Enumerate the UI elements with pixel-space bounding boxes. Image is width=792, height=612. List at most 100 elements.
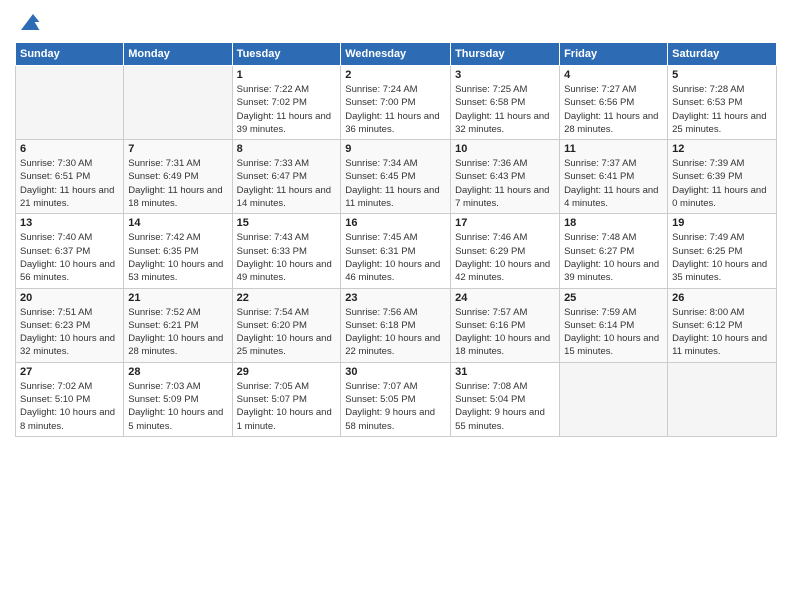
calendar-cell: 18 Sunrise: 7:48 AM Sunset: 6:27 PM Dayli…: [560, 214, 668, 288]
calendar-cell: [560, 362, 668, 436]
day-header-thursday: Thursday: [451, 43, 560, 66]
day-info: Sunrise: 7:08 AM Sunset: 5:04 PM Dayligh…: [455, 380, 555, 433]
day-info: Sunrise: 7:07 AM Sunset: 5:05 PM Dayligh…: [345, 380, 446, 433]
day-info: Sunrise: 7:05 AM Sunset: 5:07 PM Dayligh…: [237, 380, 337, 433]
logo: [15, 10, 41, 34]
day-info: Sunrise: 7:03 AM Sunset: 5:09 PM Dayligh…: [128, 380, 227, 433]
calendar-cell: 13 Sunrise: 7:40 AM Sunset: 6:37 PM Dayli…: [16, 214, 124, 288]
day-info: Sunrise: 7:49 AM Sunset: 6:25 PM Dayligh…: [672, 231, 772, 284]
calendar-cell: 3 Sunrise: 7:25 AM Sunset: 6:58 PM Daylig…: [451, 66, 560, 140]
day-info: Sunrise: 7:25 AM Sunset: 6:58 PM Dayligh…: [455, 83, 555, 136]
day-number: 31: [455, 366, 555, 378]
week-row: 20 Sunrise: 7:51 AM Sunset: 6:23 PM Dayli…: [16, 288, 777, 362]
day-header-tuesday: Tuesday: [232, 43, 341, 66]
day-header-monday: Monday: [124, 43, 232, 66]
calendar-cell: 14 Sunrise: 7:42 AM Sunset: 6:35 PM Dayli…: [124, 214, 232, 288]
calendar-cell: 10 Sunrise: 7:36 AM Sunset: 6:43 PM Dayli…: [451, 140, 560, 214]
day-number: 19: [672, 217, 772, 229]
calendar-cell: 29 Sunrise: 7:05 AM Sunset: 5:07 PM Dayli…: [232, 362, 341, 436]
day-info: Sunrise: 7:48 AM Sunset: 6:27 PM Dayligh…: [564, 231, 663, 284]
day-info: Sunrise: 8:00 AM Sunset: 6:12 PM Dayligh…: [672, 306, 772, 359]
calendar-cell: 31 Sunrise: 7:08 AM Sunset: 5:04 PM Dayli…: [451, 362, 560, 436]
day-info: Sunrise: 7:52 AM Sunset: 6:21 PM Dayligh…: [128, 306, 227, 359]
day-number: 10: [455, 143, 555, 155]
day-number: 1: [237, 69, 337, 81]
day-number: 11: [564, 143, 663, 155]
day-number: 17: [455, 217, 555, 229]
calendar-cell: 16 Sunrise: 7:45 AM Sunset: 6:31 PM Dayli…: [341, 214, 451, 288]
week-row: 13 Sunrise: 7:40 AM Sunset: 6:37 PM Dayli…: [16, 214, 777, 288]
day-number: 21: [128, 292, 227, 304]
day-info: Sunrise: 7:40 AM Sunset: 6:37 PM Dayligh…: [20, 231, 119, 284]
calendar-cell: 23 Sunrise: 7:56 AM Sunset: 6:18 PM Dayli…: [341, 288, 451, 362]
day-number: 30: [345, 366, 446, 378]
logo-icon: [17, 10, 41, 34]
week-row: 1 Sunrise: 7:22 AM Sunset: 7:02 PM Daylig…: [16, 66, 777, 140]
calendar-cell: 6 Sunrise: 7:30 AM Sunset: 6:51 PM Daylig…: [16, 140, 124, 214]
day-info: Sunrise: 7:30 AM Sunset: 6:51 PM Dayligh…: [20, 157, 119, 210]
day-info: Sunrise: 7:46 AM Sunset: 6:29 PM Dayligh…: [455, 231, 555, 284]
day-number: 2: [345, 69, 446, 81]
week-row: 27Sunrise: 7:02 AM Sunset: 5:10 PM Dayli…: [16, 362, 777, 436]
calendar-cell: 1 Sunrise: 7:22 AM Sunset: 7:02 PM Daylig…: [232, 66, 341, 140]
day-info: Sunrise: 7:24 AM Sunset: 7:00 PM Dayligh…: [345, 83, 446, 136]
day-header-sunday: Sunday: [16, 43, 124, 66]
day-number: 24: [455, 292, 555, 304]
day-number: 7: [128, 143, 227, 155]
day-header-friday: Friday: [560, 43, 668, 66]
calendar-cell: 22 Sunrise: 7:54 AM Sunset: 6:20 PM Dayli…: [232, 288, 341, 362]
day-number: 23: [345, 292, 446, 304]
week-row: 6 Sunrise: 7:30 AM Sunset: 6:51 PM Daylig…: [16, 140, 777, 214]
day-number: 18: [564, 217, 663, 229]
day-info: Sunrise: 7:37 AM Sunset: 6:41 PM Dayligh…: [564, 157, 663, 210]
day-info: Sunrise: 7:22 AM Sunset: 7:02 PM Dayligh…: [237, 83, 337, 136]
calendar-cell: 9 Sunrise: 7:34 AM Sunset: 6:45 PM Daylig…: [341, 140, 451, 214]
day-number: 14: [128, 217, 227, 229]
day-info: Sunrise: 7:02 AM Sunset: 5:10 PM Dayligh…: [20, 380, 119, 433]
day-info: Sunrise: 7:27 AM Sunset: 6:56 PM Dayligh…: [564, 83, 663, 136]
day-number: 16: [345, 217, 446, 229]
calendar-cell: 20 Sunrise: 7:51 AM Sunset: 6:23 PM Dayli…: [16, 288, 124, 362]
day-info: Sunrise: 7:34 AM Sunset: 6:45 PM Dayligh…: [345, 157, 446, 210]
day-info: Sunrise: 7:28 AM Sunset: 6:53 PM Dayligh…: [672, 83, 772, 136]
day-number: 3: [455, 69, 555, 81]
day-number: 4: [564, 69, 663, 81]
calendar-cell: 30 Sunrise: 7:07 AM Sunset: 5:05 PM Dayli…: [341, 362, 451, 436]
day-info: Sunrise: 7:33 AM Sunset: 6:47 PM Dayligh…: [237, 157, 337, 210]
day-number: 29: [237, 366, 337, 378]
day-info: Sunrise: 7:59 AM Sunset: 6:14 PM Dayligh…: [564, 306, 663, 359]
calendar-cell: 2 Sunrise: 7:24 AM Sunset: 7:00 PM Daylig…: [341, 66, 451, 140]
calendar-cell: 5Sunrise: 7:28 AM Sunset: 6:53 PM Daylig…: [668, 66, 777, 140]
calendar-cell: 25Sunrise: 7:59 AM Sunset: 6:14 PM Dayli…: [560, 288, 668, 362]
calendar: SundayMondayTuesdayWednesdayThursdayFrid…: [15, 42, 777, 437]
calendar-cell: 26Sunrise: 8:00 AM Sunset: 6:12 PM Dayli…: [668, 288, 777, 362]
calendar-cell: 17 Sunrise: 7:46 AM Sunset: 6:29 PM Dayli…: [451, 214, 560, 288]
day-number: 6: [20, 143, 119, 155]
calendar-cell: [16, 66, 124, 140]
day-number: 13: [20, 217, 119, 229]
day-number: 28: [128, 366, 227, 378]
day-info: Sunrise: 7:56 AM Sunset: 6:18 PM Dayligh…: [345, 306, 446, 359]
day-info: Sunrise: 7:51 AM Sunset: 6:23 PM Dayligh…: [20, 306, 119, 359]
day-number: 20: [20, 292, 119, 304]
calendar-cell: 19 Sunrise: 7:49 AM Sunset: 6:25 PM Dayli…: [668, 214, 777, 288]
day-info: Sunrise: 7:43 AM Sunset: 6:33 PM Dayligh…: [237, 231, 337, 284]
calendar-cell: [124, 66, 232, 140]
calendar-cell: 4 Sunrise: 7:27 AM Sunset: 6:56 PM Daylig…: [560, 66, 668, 140]
calendar-cell: 28 Sunrise: 7:03 AM Sunset: 5:09 PM Dayli…: [124, 362, 232, 436]
day-number: 22: [237, 292, 337, 304]
day-info: Sunrise: 7:36 AM Sunset: 6:43 PM Dayligh…: [455, 157, 555, 210]
calendar-cell: 11 Sunrise: 7:37 AM Sunset: 6:41 PM Dayli…: [560, 140, 668, 214]
calendar-cell: 15 Sunrise: 7:43 AM Sunset: 6:33 PM Dayli…: [232, 214, 341, 288]
calendar-cell: 7Sunrise: 7:31 AM Sunset: 6:49 PM Daylig…: [124, 140, 232, 214]
day-info: Sunrise: 7:39 AM Sunset: 6:39 PM Dayligh…: [672, 157, 772, 210]
day-number: 9: [345, 143, 446, 155]
day-info: Sunrise: 7:54 AM Sunset: 6:20 PM Dayligh…: [237, 306, 337, 359]
header: [15, 10, 777, 34]
day-number: 15: [237, 217, 337, 229]
day-info: Sunrise: 7:45 AM Sunset: 6:31 PM Dayligh…: [345, 231, 446, 284]
day-info: Sunrise: 7:57 AM Sunset: 6:16 PM Dayligh…: [455, 306, 555, 359]
calendar-cell: 27Sunrise: 7:02 AM Sunset: 5:10 PM Dayli…: [16, 362, 124, 436]
calendar-cell: [668, 362, 777, 436]
day-info: Sunrise: 7:42 AM Sunset: 6:35 PM Dayligh…: [128, 231, 227, 284]
